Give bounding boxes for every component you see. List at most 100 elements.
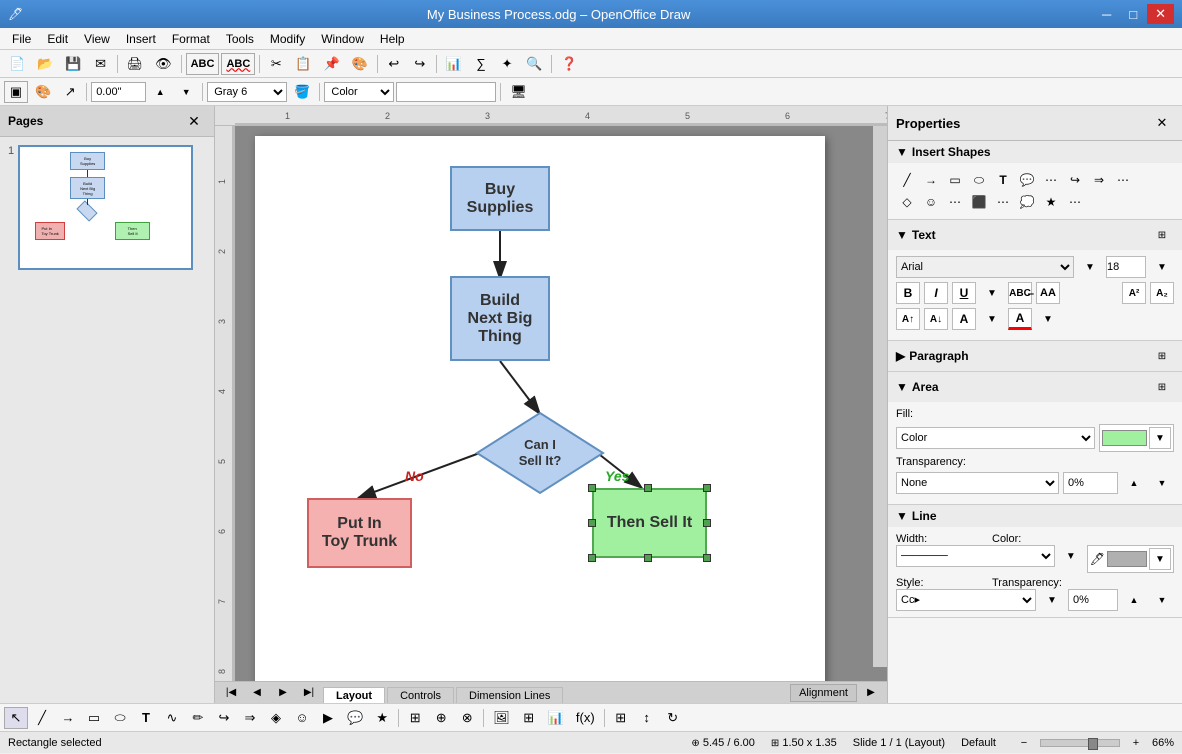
canvas-inner[interactable]: 1 2 3 4 5 6 7 8 — [215, 126, 887, 681]
subscript-btn[interactable]: A₂ — [1150, 282, 1174, 304]
pages-close-btn[interactable]: ✕ — [182, 110, 206, 132]
ellipse-tool[interactable]: ⬭ — [108, 707, 132, 729]
cut-btn[interactable]: ✂ — [264, 53, 288, 75]
connector-tool[interactable]: ↪ — [212, 707, 236, 729]
flowchart-tool[interactable]: ◈ — [264, 707, 288, 729]
shape-arrow2[interactable]: ⇒ — [1088, 169, 1110, 191]
text-header[interactable]: ▼ Text ⊞ — [888, 220, 1182, 250]
insert-img[interactable]: 🖼 — [488, 707, 515, 729]
fill-icon[interactable]: 🪣 — [289, 81, 315, 103]
rotate-btn[interactable]: ↻ — [661, 707, 685, 729]
shape-more3[interactable]: ⋯ — [944, 191, 966, 213]
shape-diamond2[interactable]: ◇ — [896, 191, 918, 213]
transparency-type-select[interactable]: None — [896, 472, 1059, 494]
insert-chart[interactable]: 📊 — [543, 707, 569, 729]
sort-btn[interactable]: ↕ — [635, 707, 659, 729]
page-nav-first[interactable]: |◀ — [219, 682, 243, 704]
text-tool[interactable]: T — [134, 707, 158, 729]
text-expand-btn[interactable]: ⊞ — [1150, 224, 1174, 246]
tab-dimension-lines[interactable]: Dimension Lines — [456, 687, 563, 704]
color-picker-btn[interactable]: 🎨 — [30, 81, 56, 103]
email-btn[interactable]: ✉ — [89, 53, 113, 75]
shape-text[interactable]: T — [992, 169, 1014, 191]
insert-table[interactable]: ⊞ — [517, 707, 541, 729]
handle-bl[interactable] — [588, 554, 596, 562]
shape-more1[interactable]: ⋯ — [1040, 169, 1062, 191]
menu-edit[interactable]: Edit — [39, 30, 76, 48]
shape-rect[interactable]: ▭ — [944, 169, 966, 191]
font-color-expand[interactable]: ▼ — [1036, 308, 1060, 330]
shape-ellipse[interactable]: ⬭ — [968, 169, 990, 191]
vertical-scrollbar[interactable] — [873, 126, 887, 667]
zoom-in-btn[interactable]: + — [1124, 732, 1148, 754]
zoom-slider[interactable] — [1040, 739, 1120, 747]
italic-btn[interactable]: I — [924, 282, 948, 304]
fill-color-expand[interactable]: ▼ — [1149, 427, 1171, 449]
menu-window[interactable]: Window — [313, 30, 372, 48]
bold-btn[interactable]: B — [896, 282, 920, 304]
font-expand[interactable]: ▼ — [1078, 256, 1102, 278]
menu-view[interactable]: View — [76, 30, 118, 48]
help-btn[interactable]: ❓ — [556, 53, 582, 75]
handle-tl[interactable] — [588, 484, 596, 492]
shape-diamond[interactable]: Can I Sell It? — [475, 411, 605, 496]
underline-expand[interactable]: ▼ — [980, 282, 1004, 304]
para-expand-btn[interactable]: ⊞ — [1150, 345, 1174, 367]
glue-btn[interactable]: ⊗ — [455, 707, 479, 729]
page-nav-next[interactable]: ▶ — [271, 682, 295, 704]
menu-help[interactable]: Help — [372, 30, 413, 48]
transparency-up[interactable]: ▲ — [1122, 472, 1146, 494]
handle-br[interactable] — [703, 554, 711, 562]
shape-buy-supplies[interactable]: BuySupplies — [450, 166, 550, 231]
insert-formula[interactable]: f(x) — [571, 707, 600, 729]
open-btn[interactable]: 📂 — [32, 53, 58, 75]
shape-build-thing[interactable]: BuildNext BigThing — [450, 276, 550, 361]
shape-more2[interactable]: ⋯ — [1112, 169, 1134, 191]
handle-tr[interactable] — [703, 484, 711, 492]
handle-tm[interactable] — [644, 484, 652, 492]
increase-font-btn[interactable]: A↑ — [896, 308, 920, 330]
star-tool[interactable]: ★ — [370, 707, 394, 729]
strikethrough-btn[interactable]: ABC̶ — [1008, 282, 1032, 304]
spellcheck2-btn[interactable]: ABC — [221, 53, 255, 75]
menu-format[interactable]: Format — [164, 30, 218, 48]
insert-shapes-header[interactable]: ▼ Insert Shapes — [888, 141, 1182, 163]
curve-tool[interactable]: ∿ — [160, 707, 184, 729]
symbol-tool[interactable]: ☺ — [290, 707, 314, 729]
select-mode-btn[interactable]: ▣ — [4, 81, 28, 103]
font-color-btn[interactable]: A — [1008, 308, 1032, 330]
menu-file[interactable]: File — [4, 30, 39, 48]
line-trans-input[interactable] — [1068, 589, 1118, 611]
line-color-swatch[interactable] — [1107, 551, 1147, 567]
page-nav-last[interactable]: ▶| — [297, 682, 321, 704]
transparency-value-input[interactable] — [1063, 472, 1118, 494]
area-expand-btn[interactable]: ⊞ — [1150, 376, 1174, 398]
format-paint-btn[interactable]: 🎨 — [347, 53, 373, 75]
print-btn[interactable]: 🖨 — [122, 53, 149, 75]
transparency-down[interactable]: ▼ — [1150, 472, 1174, 494]
position-input[interactable]: 0.00" — [91, 82, 146, 102]
font-family-select[interactable]: Arial — [896, 256, 1074, 278]
shape-more4[interactable]: ⋯ — [992, 191, 1014, 213]
handle-ml[interactable] — [588, 519, 596, 527]
alignment-button[interactable]: Alignment — [790, 684, 857, 702]
zoom-slider-thumb[interactable] — [1088, 738, 1098, 750]
close-button[interactable]: ✕ — [1147, 4, 1174, 24]
line-trans-down[interactable]: ▼ — [1150, 589, 1174, 611]
pos-down[interactable]: ▼ — [174, 81, 198, 103]
shape-toy-trunk[interactable]: Put InToy Trunk — [307, 498, 412, 568]
shape-bubble[interactable]: 💭 — [1016, 191, 1038, 213]
formula-btn[interactable]: ∑ — [469, 53, 493, 75]
fill-color-select[interactable]: Gray 6 — [207, 82, 287, 102]
font-size-expand[interactable]: ▼ — [1150, 256, 1174, 278]
shadow-expand[interactable]: ▼ — [980, 308, 1004, 330]
fill-type-select[interactable]: Color — [896, 427, 1095, 449]
maximize-button[interactable]: □ — [1121, 4, 1145, 24]
fill-color-swatch[interactable] — [1102, 430, 1147, 446]
shape-more5[interactable]: ⋯ — [1064, 191, 1086, 213]
page-thumbnail[interactable]: BuySupplies BuildNext BigThing Put InToy… — [18, 145, 193, 270]
shape-callout[interactable]: 💬 — [1016, 169, 1038, 191]
decrease-font-btn[interactable]: A↓ — [924, 308, 948, 330]
toggle-view[interactable]: ⊞ — [609, 707, 633, 729]
caps-btn[interactable]: AA — [1036, 282, 1060, 304]
